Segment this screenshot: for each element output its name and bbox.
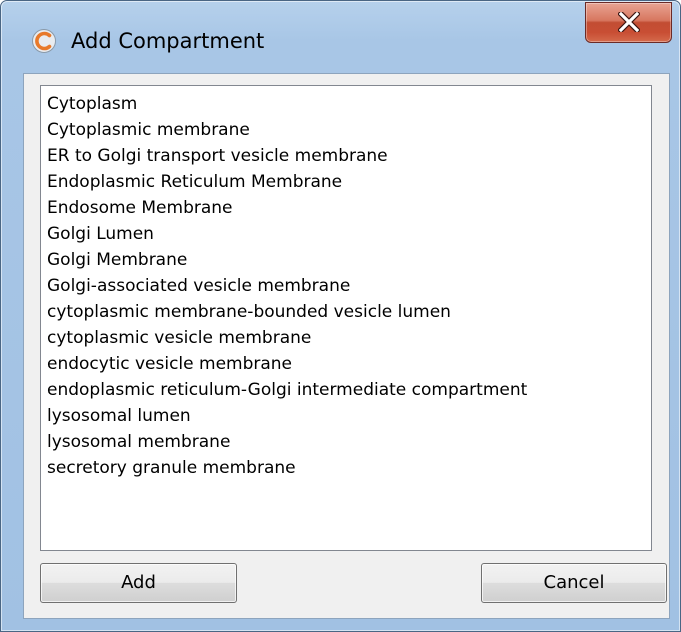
compartment-list[interactable]: Cytoplasm Cytoplasmic membrane ER to Golgi… xyxy=(40,85,652,551)
list-item[interactable]: ER to Golgi transport vesicle membrane xyxy=(42,143,650,169)
list-item[interactable]: Cytoplasmic membrane xyxy=(42,117,650,143)
add-button[interactable]: Add xyxy=(40,563,237,603)
list-item[interactable]: endocytic vesicle membrane xyxy=(42,351,650,377)
list-item[interactable]: Golgi-associated vesicle membrane xyxy=(42,273,650,299)
compartment-list-items: Cytoplasm Cytoplasmic membrane ER to Golgi… xyxy=(42,91,650,481)
list-item[interactable]: Golgi Lumen xyxy=(42,221,650,247)
add-compartment-dialog: Add Compartment Cytoplasm Cytoplasmic mem… xyxy=(0,0,681,632)
list-item[interactable]: Cytoplasm xyxy=(42,91,650,117)
list-item[interactable]: endoplasmic reticulum-Golgi intermediate… xyxy=(42,377,650,403)
title-bar[interactable]: Add Compartment xyxy=(1,1,680,73)
list-item[interactable]: cytoplasmic vesicle membrane xyxy=(42,325,650,351)
list-item[interactable]: Endosome Membrane xyxy=(42,195,650,221)
app-c-icon xyxy=(31,28,57,54)
list-item[interactable]: lysosomal membrane xyxy=(42,429,650,455)
list-item[interactable]: lysosomal lumen xyxy=(42,403,650,429)
list-item[interactable]: Endoplasmic Reticulum Membrane xyxy=(42,169,650,195)
cancel-button[interactable]: Cancel xyxy=(481,563,667,603)
window-title: Add Compartment xyxy=(71,29,265,53)
list-item[interactable]: Golgi Membrane xyxy=(42,247,650,273)
close-x-icon xyxy=(618,12,640,32)
list-item[interactable]: cytoplasmic membrane-bounded vesicle lum… xyxy=(42,299,650,325)
dialog-body: Cytoplasm Cytoplasmic membrane ER to Golgi… xyxy=(23,73,670,619)
list-item[interactable]: secretory granule membrane xyxy=(42,455,650,481)
close-button[interactable] xyxy=(585,2,672,43)
